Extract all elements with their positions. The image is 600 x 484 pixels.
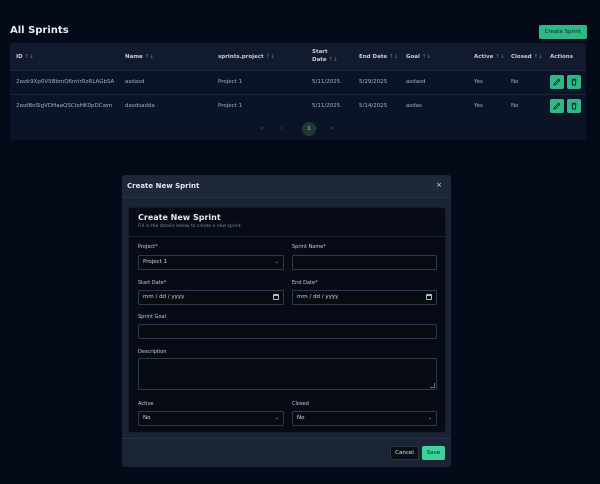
- sort-icon: ↑↓: [24, 54, 34, 60]
- start-date-label: Start Date*: [138, 280, 167, 286]
- cell-name: dasdsadda: [125, 103, 155, 109]
- column-header-active[interactable]: Active ↑↓: [474, 53, 505, 61]
- sprint-name-label: Sprint Name*: [292, 244, 326, 250]
- sort-icon: ↑↓: [533, 54, 543, 60]
- calendar-icon[interactable]: [426, 294, 432, 300]
- description-label: Description: [138, 349, 167, 355]
- project-select[interactable]: Project 1 ⌄: [138, 255, 284, 270]
- cell-end-date: 5/29/2025: [359, 79, 388, 85]
- prev-page-button[interactable]: ‹: [280, 125, 282, 132]
- trash-icon: [571, 102, 577, 110]
- end-date-label: End Date*: [292, 280, 318, 286]
- active-label: Active: [138, 401, 154, 407]
- cancel-button[interactable]: Cancel: [390, 446, 419, 460]
- sprint-form: Create New Sprint Fill in the details be…: [128, 207, 446, 433]
- page-header: All Sprints Create Sprint: [10, 24, 590, 44]
- cell-closed: No: [511, 79, 519, 85]
- closed-label: Closed: [292, 401, 309, 407]
- sprint-goal-label: Sprint Goal: [138, 314, 166, 320]
- delete-button[interactable]: [567, 99, 581, 113]
- form-title: Create New Sprint: [138, 213, 221, 222]
- cell-goal: asdas: [406, 103, 422, 109]
- sort-icon: ↑↓: [421, 54, 432, 60]
- cell-start-date: 5/11/2025: [312, 103, 341, 109]
- chevron-down-icon: ⌄: [427, 415, 432, 421]
- start-date-input[interactable]: mm / dd / yyyy: [138, 290, 284, 305]
- cell-closed: No: [511, 103, 519, 109]
- cell-goal: asdasd: [406, 79, 426, 85]
- column-header-start-date[interactable]: Start Date ↑↓: [312, 48, 352, 64]
- cell-id: 2wzlBoSIgVDHaaQSCtsHK0pDCwm: [16, 103, 113, 109]
- divider: [129, 236, 445, 237]
- page-1-button[interactable]: 1: [302, 122, 316, 136]
- sprints-table: ID ↑↓ Name ↑↓ sprints.project ↑↓ Start Date…: [10, 43, 586, 140]
- column-header-name[interactable]: Name ↑↓: [125, 53, 154, 61]
- create-sprint-modal: Create New Sprint × Create New Sprint Fi…: [122, 175, 451, 467]
- resize-handle-icon[interactable]: [430, 383, 435, 388]
- column-header-end-date[interactable]: End Date ↑↓: [359, 53, 398, 61]
- cell-project: Project 1: [218, 79, 243, 85]
- column-header-actions: Actions: [550, 54, 573, 60]
- modal-title: Create New Sprint: [127, 182, 200, 190]
- create-sprint-button[interactable]: Create Sprint: [538, 25, 587, 39]
- sprint-goal-input[interactable]: [138, 324, 437, 339]
- column-header-project[interactable]: sprints.project ↑↓: [218, 53, 275, 61]
- table-row: 2wzlBoSIgVDHaaQSCtsHK0pDCwm dasdsadda Pr…: [10, 94, 586, 118]
- table-header: ID ↑↓ Name ↑↓ sprints.project ↑↓ Start Date…: [10, 43, 586, 70]
- edit-button[interactable]: [550, 75, 564, 89]
- sort-icon: ↑↓: [495, 54, 505, 60]
- cell-start-date: 5/11/2025: [312, 79, 341, 85]
- cell-id: 2wzk9Xp0V5BbmQ6mtrRzRLAGbSA: [16, 79, 115, 85]
- sort-icon: ↑↓: [265, 54, 275, 60]
- chevron-down-icon: ⌄: [274, 259, 279, 265]
- next-page-button[interactable]: ›: [315, 125, 317, 132]
- pencil-icon: [553, 102, 561, 110]
- trash-icon: [571, 78, 577, 86]
- project-label: Project*: [138, 244, 158, 250]
- sort-icon: ↑↓: [328, 57, 338, 63]
- modal-footer-divider: [122, 438, 451, 439]
- sort-icon: ↑↓: [144, 54, 154, 60]
- column-header-goal[interactable]: Goal ↑↓: [406, 53, 431, 61]
- column-header-closed[interactable]: Closed ↑↓: [511, 53, 543, 61]
- sprint-name-input[interactable]: [292, 255, 437, 270]
- closed-select[interactable]: No ⌄: [292, 411, 437, 426]
- calendar-icon[interactable]: [273, 294, 279, 300]
- cell-end-date: 5/14/2025: [359, 103, 388, 109]
- last-page-button[interactable]: »: [330, 125, 334, 132]
- pencil-icon: [553, 78, 561, 86]
- active-select[interactable]: No ⌄: [138, 411, 284, 426]
- first-page-button[interactable]: «: [260, 125, 264, 132]
- close-icon[interactable]: ×: [436, 181, 442, 189]
- end-date-input[interactable]: mm / dd / yyyy: [292, 290, 437, 305]
- description-textarea[interactable]: [138, 358, 437, 390]
- sort-icon: ↑↓: [389, 54, 399, 60]
- column-header-id[interactable]: ID ↑↓: [16, 53, 34, 61]
- pagination: « ‹ 1 › »: [10, 122, 586, 136]
- edit-button[interactable]: [550, 99, 564, 113]
- cell-name: asdasd: [125, 79, 145, 85]
- chevron-down-icon: ⌄: [274, 415, 279, 421]
- table-row: 2wzk9Xp0V5BbmQ6mtrRzRLAGbSA asdasd Proje…: [10, 70, 586, 94]
- cell-active: Yes: [474, 79, 483, 85]
- modal-header: Create New Sprint ×: [122, 175, 451, 198]
- page-title: All Sprints: [10, 25, 69, 36]
- delete-button[interactable]: [567, 75, 581, 89]
- form-subtitle: Fill in the details below to create a ne…: [138, 224, 242, 229]
- cell-active: Yes: [474, 103, 483, 109]
- save-button[interactable]: Save: [422, 446, 445, 460]
- cell-project: Project 1: [218, 103, 243, 109]
